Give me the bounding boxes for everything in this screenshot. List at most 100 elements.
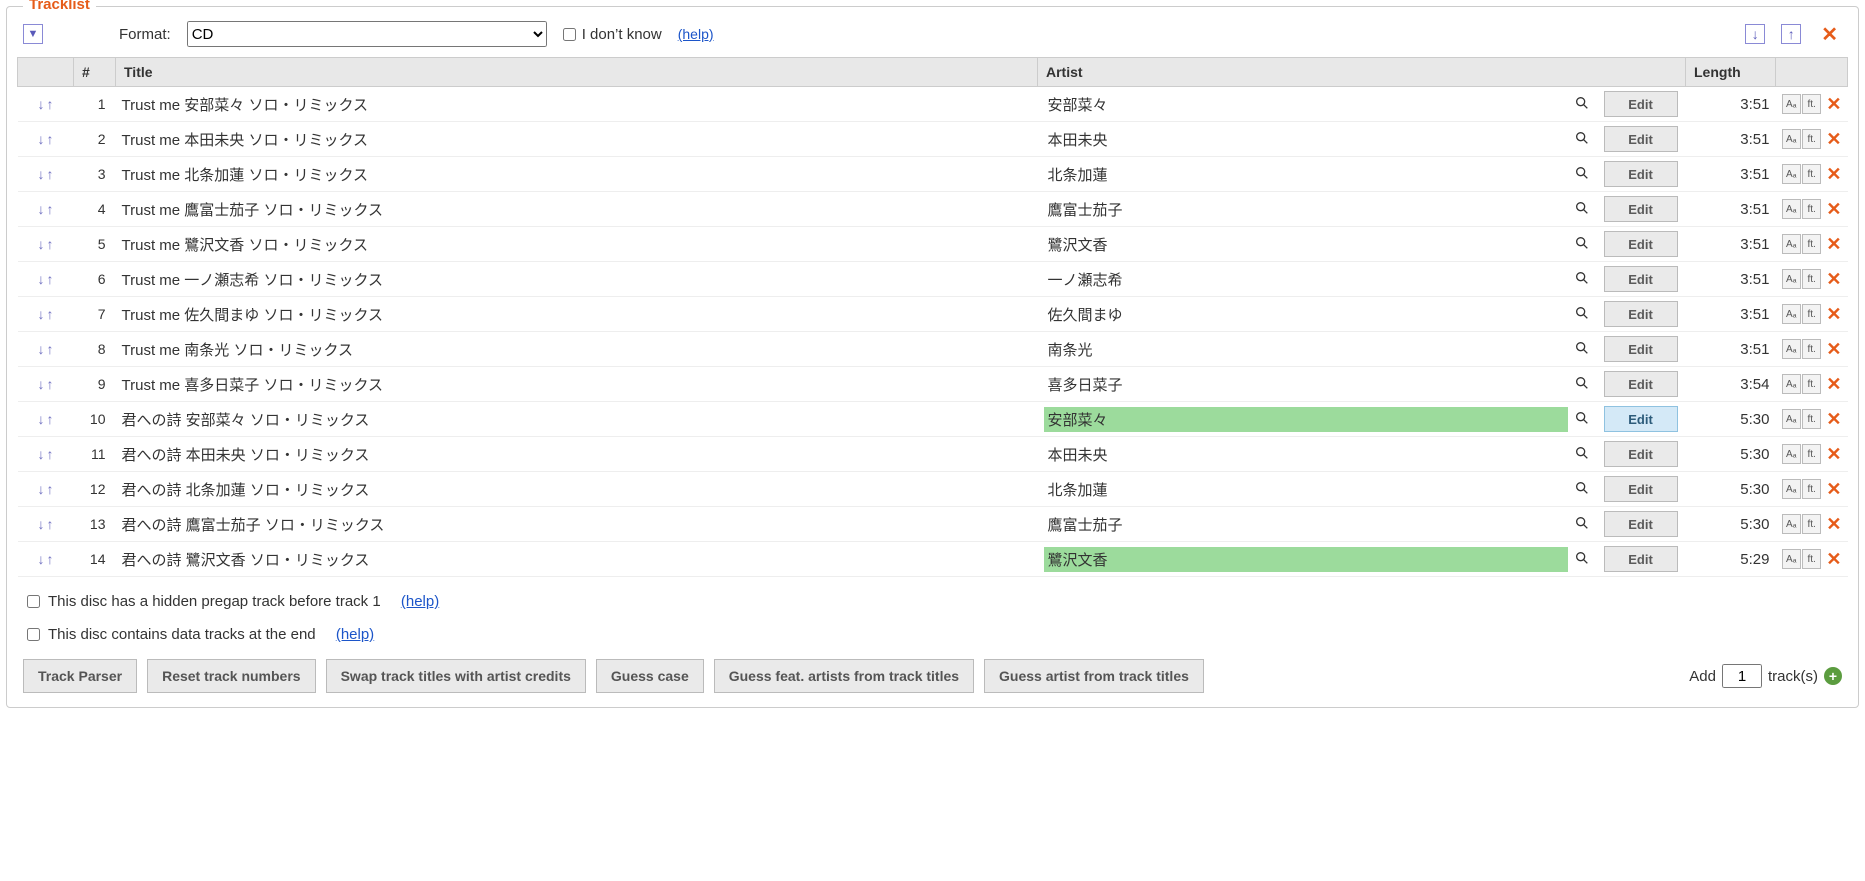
edit-button[interactable]: Edit xyxy=(1604,371,1678,397)
move-down-icon[interactable]: ↓ xyxy=(38,446,45,462)
move-up-icon[interactable]: ↑ xyxy=(47,411,54,427)
feat-button[interactable]: ft. xyxy=(1802,129,1821,149)
track-length[interactable]: 3:51 xyxy=(1686,262,1776,297)
swap-titles-button[interactable]: Swap track titles with artist credits xyxy=(326,659,586,693)
feat-button[interactable]: ft. xyxy=(1802,374,1821,394)
move-up-icon[interactable]: ↑ xyxy=(47,236,54,252)
track-parser-button[interactable]: Track Parser xyxy=(23,659,137,693)
case-button[interactable]: Aₐ xyxy=(1782,549,1801,569)
track-length[interactable]: 5:30 xyxy=(1686,507,1776,542)
track-length[interactable]: 5:30 xyxy=(1686,472,1776,507)
pregap-checkbox[interactable] xyxy=(27,595,40,608)
delete-row-icon[interactable]: ✕ xyxy=(1822,164,1841,185)
track-length[interactable]: 5:30 xyxy=(1686,437,1776,472)
artist-field[interactable]: 本田未央 xyxy=(1044,127,1568,152)
case-button[interactable]: Aₐ xyxy=(1782,269,1801,289)
move-up-icon[interactable]: ↑ xyxy=(47,271,54,287)
delete-row-icon[interactable]: ✕ xyxy=(1822,94,1841,115)
add-plus-icon[interactable]: + xyxy=(1824,667,1842,685)
search-icon[interactable] xyxy=(1574,480,1592,498)
delete-row-icon[interactable]: ✕ xyxy=(1822,409,1841,430)
edit-button[interactable]: Edit xyxy=(1604,161,1678,187)
move-down-icon[interactable]: ↓ xyxy=(38,516,45,532)
move-down-icon[interactable]: ↓ xyxy=(38,236,45,252)
track-title[interactable]: 君への詩 北条加蓮 ソロ・リミックス xyxy=(116,472,1038,507)
artist-field[interactable]: 鷺沢文香 xyxy=(1044,547,1568,572)
case-button[interactable]: Aₐ xyxy=(1782,129,1801,149)
artist-field[interactable]: 安部菜々 xyxy=(1044,407,1568,432)
move-up-all-icon[interactable]: ↑ xyxy=(1781,24,1801,44)
collapse-button[interactable]: ▼ xyxy=(23,24,43,44)
move-up-icon[interactable]: ↑ xyxy=(47,446,54,462)
edit-button[interactable]: Edit xyxy=(1604,441,1678,467)
edit-button[interactable]: Edit xyxy=(1604,196,1678,222)
track-title[interactable]: Trust me 喜多日菜子 ソロ・リミックス xyxy=(116,367,1038,402)
move-down-icon[interactable]: ↓ xyxy=(38,411,45,427)
feat-button[interactable]: ft. xyxy=(1802,514,1821,534)
move-up-icon[interactable]: ↑ xyxy=(47,376,54,392)
case-button[interactable]: Aₐ xyxy=(1782,444,1801,464)
track-length[interactable]: 5:29 xyxy=(1686,542,1776,577)
track-length[interactable]: 5:30 xyxy=(1686,402,1776,437)
search-icon[interactable] xyxy=(1574,270,1592,288)
track-length[interactable]: 3:54 xyxy=(1686,367,1776,402)
delete-row-icon[interactable]: ✕ xyxy=(1822,304,1841,325)
move-down-icon[interactable]: ↓ xyxy=(38,201,45,217)
case-button[interactable]: Aₐ xyxy=(1782,94,1801,114)
search-icon[interactable] xyxy=(1574,410,1592,428)
artist-field[interactable]: 安部菜々 xyxy=(1044,92,1568,117)
move-down-icon[interactable]: ↓ xyxy=(38,376,45,392)
track-title[interactable]: Trust me 鷺沢文香 ソロ・リミックス xyxy=(116,227,1038,262)
feat-button[interactable]: ft. xyxy=(1802,234,1821,254)
track-title[interactable]: Trust me 一ノ瀬志希 ソロ・リミックス xyxy=(116,262,1038,297)
artist-field[interactable]: 北条加蓮 xyxy=(1044,162,1568,187)
delete-row-icon[interactable]: ✕ xyxy=(1822,234,1841,255)
move-down-icon[interactable]: ↓ xyxy=(38,341,45,357)
guess-artist-button[interactable]: Guess artist from track titles xyxy=(984,659,1204,693)
case-button[interactable]: Aₐ xyxy=(1782,409,1801,429)
move-down-icon[interactable]: ↓ xyxy=(38,271,45,287)
delete-row-icon[interactable]: ✕ xyxy=(1822,374,1841,395)
delete-row-icon[interactable]: ✕ xyxy=(1822,479,1841,500)
track-title[interactable]: Trust me 佐久間まゆ ソロ・リミックス xyxy=(116,297,1038,332)
feat-button[interactable]: ft. xyxy=(1802,304,1821,324)
track-length[interactable]: 3:51 xyxy=(1686,332,1776,367)
delete-row-icon[interactable]: ✕ xyxy=(1822,199,1841,220)
format-help-link[interactable]: (help) xyxy=(678,26,714,42)
track-title[interactable]: Trust me 鷹富士茄子 ソロ・リミックス xyxy=(116,192,1038,227)
track-title[interactable]: 君への詩 鷺沢文香 ソロ・リミックス xyxy=(116,542,1038,577)
move-up-icon[interactable]: ↑ xyxy=(47,341,54,357)
guess-feat-button[interactable]: Guess feat. artists from track titles xyxy=(714,659,974,693)
delete-row-icon[interactable]: ✕ xyxy=(1822,269,1841,290)
track-title[interactable]: 君への詩 本田未央 ソロ・リミックス xyxy=(116,437,1038,472)
delete-row-icon[interactable]: ✕ xyxy=(1822,129,1841,150)
datatrack-checkbox[interactable] xyxy=(27,628,40,641)
feat-button[interactable]: ft. xyxy=(1802,479,1821,499)
edit-button[interactable]: Edit xyxy=(1604,336,1678,362)
remove-disc-icon[interactable]: ✕ xyxy=(1817,22,1842,47)
feat-button[interactable]: ft. xyxy=(1802,164,1821,184)
artist-field[interactable]: 佐久間まゆ xyxy=(1044,302,1568,327)
delete-row-icon[interactable]: ✕ xyxy=(1822,549,1841,570)
case-button[interactable]: Aₐ xyxy=(1782,234,1801,254)
feat-button[interactable]: ft. xyxy=(1802,94,1821,114)
artist-field[interactable]: 南条光 xyxy=(1044,337,1568,362)
feat-button[interactable]: ft. xyxy=(1802,339,1821,359)
delete-row-icon[interactable]: ✕ xyxy=(1822,514,1841,535)
edit-button[interactable]: Edit xyxy=(1604,266,1678,292)
case-button[interactable]: Aₐ xyxy=(1782,164,1801,184)
search-icon[interactable] xyxy=(1574,445,1592,463)
artist-field[interactable]: 鷺沢文香 xyxy=(1044,232,1568,257)
format-select[interactable]: CD xyxy=(187,21,547,47)
move-down-icon[interactable]: ↓ xyxy=(38,306,45,322)
delete-row-icon[interactable]: ✕ xyxy=(1822,444,1841,465)
move-up-icon[interactable]: ↑ xyxy=(47,201,54,217)
feat-button[interactable]: ft. xyxy=(1802,409,1821,429)
track-length[interactable]: 3:51 xyxy=(1686,87,1776,122)
artist-field[interactable]: 鷹富士茄子 xyxy=(1044,197,1568,222)
track-length[interactable]: 3:51 xyxy=(1686,297,1776,332)
artist-field[interactable]: 鷹富士茄子 xyxy=(1044,512,1568,537)
search-icon[interactable] xyxy=(1574,235,1592,253)
reset-numbers-button[interactable]: Reset track numbers xyxy=(147,659,316,693)
track-title[interactable]: Trust me 安部菜々 ソロ・リミックス xyxy=(116,87,1038,122)
